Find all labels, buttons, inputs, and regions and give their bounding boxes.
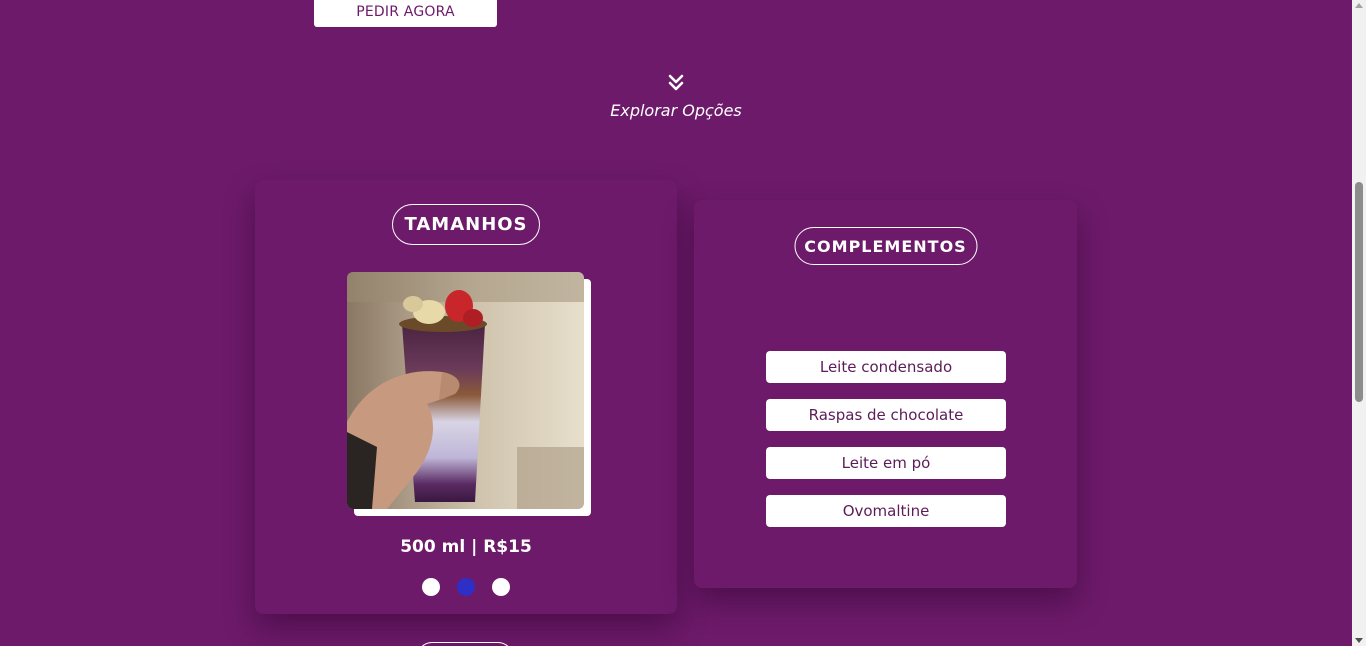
carousel-dot[interactable] (422, 578, 440, 596)
page: PEDIR AGORA Explorar Opções TAMANHOS 500… (0, 0, 1366, 646)
order-now-button[interactable]: PEDIR AGORA (314, 0, 497, 27)
sizes-card: TAMANHOS 500 ml | R$15 (255, 180, 677, 614)
explore-options-label: Explorar Opções (610, 101, 742, 120)
scroll-thumb[interactable] (1355, 182, 1363, 402)
next-section-pill (417, 642, 513, 646)
complement-options: Leite condensado Raspas de chocolate Lei… (766, 351, 1006, 543)
acai-cup-photo (347, 272, 584, 509)
complement-option-leite-em-po[interactable]: Leite em pó (766, 447, 1006, 479)
complements-title: COMPLEMENTOS (794, 227, 977, 265)
complement-option-leite-condensado[interactable]: Leite condensado (766, 351, 1006, 383)
sizes-title: TAMANHOS (392, 204, 540, 245)
size-caption: 500 ml | R$15 (400, 537, 532, 557)
size-photo-frame (347, 272, 591, 516)
complement-option-ovomaltine[interactable]: Ovomaltine (766, 495, 1006, 527)
scroll-up-icon[interactable] (1355, 3, 1363, 8)
double-chevron-down-icon (668, 74, 684, 91)
order-now-label: PEDIR AGORA (356, 3, 455, 20)
explore-options-link[interactable]: Explorar Opções (0, 74, 1352, 120)
carousel-dots (255, 578, 677, 596)
complements-card: COMPLEMENTOS Leite condensado Raspas de … (694, 200, 1077, 588)
carousel-dot-active[interactable] (457, 578, 475, 596)
carousel-dot[interactable] (492, 578, 510, 596)
scrollbar[interactable] (1352, 0, 1366, 646)
complement-option-raspas-de-chocolate[interactable]: Raspas de chocolate (766, 399, 1006, 431)
scroll-down-icon[interactable] (1355, 638, 1363, 643)
